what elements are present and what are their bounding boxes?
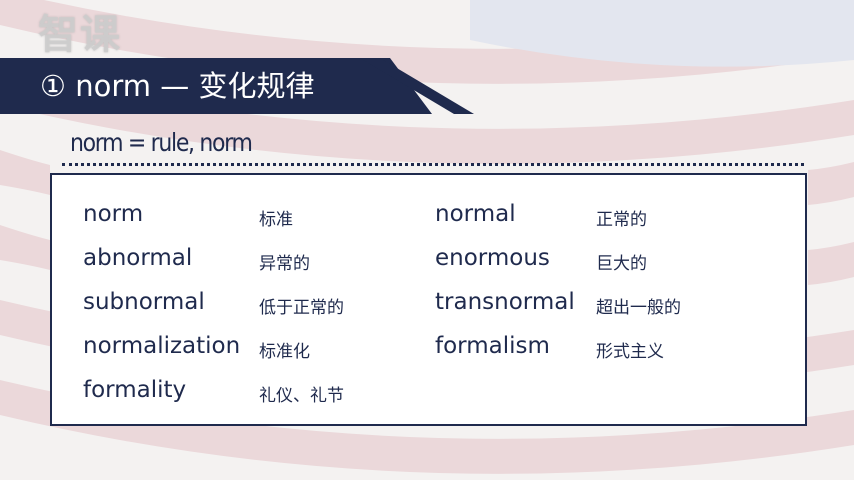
vocab-word: normal — [435, 201, 516, 227]
root-definition: norm = rule, norm — [70, 128, 253, 157]
vocabulary-box: norm 标准 abnormal 异常的 subnormal 低于正常的 nor… — [50, 173, 807, 426]
vocab-word: subnormal — [83, 289, 205, 315]
vocab-meaning: 异常的 — [259, 254, 310, 274]
vocab-meaning: 低于正常的 — [259, 298, 344, 318]
vocab-meaning: 标准化 — [259, 342, 310, 362]
vocab-meaning: 巨大的 — [596, 254, 647, 274]
vocab-word: transnormal — [435, 289, 575, 315]
vocab-meaning: 正常的 — [596, 210, 647, 230]
dotted-divider — [62, 163, 804, 166]
banner-title: ① norm — 变化规律 — [40, 69, 315, 103]
vocab-word: formality — [83, 377, 187, 403]
vocab-word: formalism — [435, 333, 550, 359]
vocab-meaning: 超出一般的 — [596, 298, 681, 318]
vocab-word: normalization — [83, 333, 241, 359]
vocab-word: abnormal — [83, 245, 193, 271]
vocab-word: enormous — [435, 245, 550, 271]
vocab-meaning: 礼仪、礼节 — [259, 386, 344, 406]
vocab-meaning: 标准 — [259, 210, 293, 230]
watermark-logo: 智课 — [38, 12, 122, 58]
vocab-meaning: 形式主义 — [596, 342, 664, 362]
vocab-word: norm — [83, 201, 144, 227]
